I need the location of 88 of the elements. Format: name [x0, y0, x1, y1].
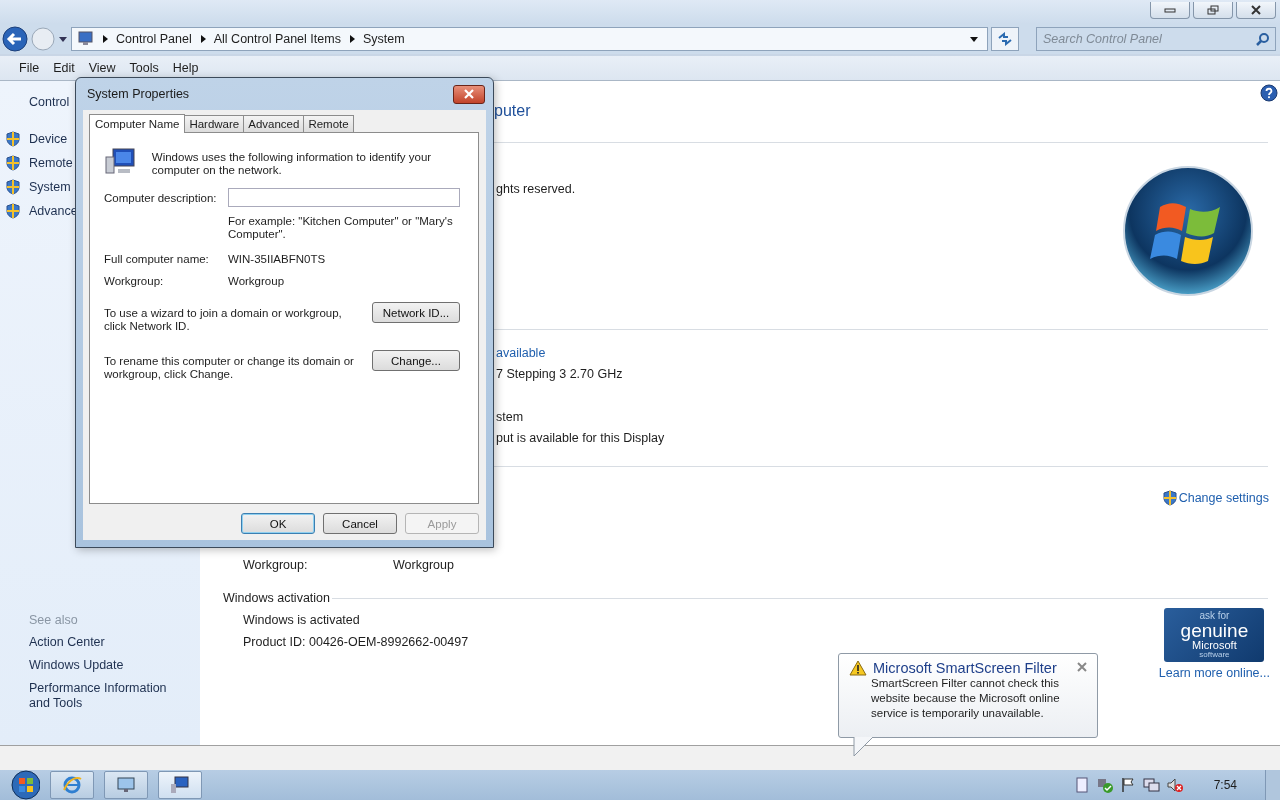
- balloon-text: SmartScreen Filter cannot check this website because the Microsoft online service is temporarily unavailable.: [870, 676, 1061, 721]
- dialog-button[interactable]: Cancel: [323, 513, 397, 534]
- instruction-text: To rename this computer or change its domain or workgroup, click Change.: [104, 355, 355, 381]
- search-field[interactable]: Search Control Panel: [1036, 27, 1276, 51]
- activation-status: Windows is activated: [243, 613, 361, 627]
- tab[interactable]: Hardware: [184, 115, 245, 132]
- network-check-icon[interactable]: [1095, 777, 1114, 793]
- menu-item[interactable]: Help: [165, 61, 206, 75]
- example-text: For example: "Kitchen Computer" or "Mary's Computer".: [228, 215, 454, 241]
- product-id: Product ID: 00426-OEM-8992662-00497: [243, 635, 470, 649]
- workgroup-value: Workgroup: [393, 558, 454, 572]
- flag-icon[interactable]: [1119, 777, 1136, 793]
- clock[interactable]: 7:54: [1213, 778, 1237, 792]
- shield-icon: [1162, 490, 1177, 506]
- computer-icon: [76, 31, 94, 47]
- shield-icon: [6, 131, 20, 147]
- taskbar-button[interactable]: [158, 771, 202, 799]
- change-settings-link[interactable]: Change settings: [1178, 491, 1269, 505]
- field-label: Full computer name:: [104, 253, 210, 265]
- menu-item[interactable]: File: [12, 61, 47, 75]
- shield-icon: [6, 155, 20, 171]
- taskbar-button[interactable]: [50, 771, 94, 799]
- copyright-text: ghts reserved.: [496, 182, 577, 196]
- rating-link[interactable]: available: [496, 346, 546, 360]
- address-bar[interactable]: Control Panel All Control Panel Items System: [71, 27, 988, 51]
- close-icon: [463, 89, 475, 99]
- change-button[interactable]: Change...: [372, 350, 460, 371]
- shield-icon: [6, 179, 20, 195]
- back-button[interactable]: [2, 26, 28, 52]
- computer-icon: [104, 147, 136, 177]
- system-type-text: stem: [496, 410, 524, 424]
- sidebar-link[interactable]: Windows Update: [0, 658, 189, 673]
- menu-item[interactable]: Edit: [46, 61, 82, 75]
- breadcrumb[interactable]: Control Panel: [116, 32, 192, 46]
- description-field[interactable]: [228, 188, 460, 207]
- sidebar-link[interactable]: Device: [29, 132, 68, 146]
- minimize-button[interactable]: [1150, 2, 1190, 19]
- breadcrumb[interactable]: All Control Panel Items: [213, 32, 341, 46]
- section-label: See also: [28, 613, 79, 627]
- dropdown-icon[interactable]: [58, 35, 68, 43]
- section-heading: Windows activation: [223, 591, 330, 605]
- instruction-text: To use a wizard to join a domain or workgroup, click Network ID.: [104, 307, 343, 333]
- processor-text: 7 Stepping 3 2.70 GHz: [496, 367, 623, 381]
- monitor-icon: [116, 776, 136, 794]
- field-label: Workgroup:: [104, 275, 165, 287]
- network-icon[interactable]: [1141, 777, 1160, 793]
- minimize-icon: [1164, 7, 1176, 13]
- search-icon[interactable]: [1256, 32, 1270, 46]
- sidebar-link[interactable]: Performance Information and Tools: [0, 681, 189, 711]
- computer-name-value: WIN-35IIABFN0TS: [228, 253, 326, 265]
- breadcrumb[interactable]: System: [362, 32, 405, 46]
- close-icon[interactable]: [1077, 662, 1087, 672]
- help-icon[interactable]: [1260, 84, 1278, 102]
- refresh-icon: [997, 32, 1013, 46]
- genuine-badge[interactable]: ask for genuine Microsoft software: [1164, 608, 1265, 662]
- workgroup-label: Workgroup:: [243, 558, 309, 572]
- learn-more-link[interactable]: Learn more online...: [1158, 666, 1270, 680]
- menu-item[interactable]: View: [81, 61, 123, 75]
- field-label: Computer description:: [104, 191, 218, 204]
- menu-item[interactable]: Tools: [122, 61, 166, 75]
- computer-icon: [170, 776, 190, 794]
- restore-button[interactable]: [1193, 2, 1233, 19]
- speaker-muted-icon[interactable]: [1165, 777, 1184, 793]
- workgroup-value: Workgroup: [228, 275, 285, 287]
- tab[interactable]: Remote: [303, 115, 354, 132]
- dialog-title: System Properties: [87, 87, 191, 101]
- close-button[interactable]: [1236, 2, 1276, 19]
- sidebar-link[interactable]: Remote: [29, 156, 73, 170]
- tab[interactable]: Computer Name: [89, 114, 186, 133]
- balloon-title: Microsoft SmartScreen Filter: [873, 660, 1058, 676]
- sidebar-link[interactable]: System: [29, 180, 71, 194]
- chevron-icon: [100, 34, 110, 44]
- close-icon: [1250, 5, 1262, 15]
- sidebar-link[interactable]: Action Center: [0, 635, 189, 650]
- close-button[interactable]: [453, 84, 485, 104]
- network-id-button[interactable]: Network ID...: [372, 302, 460, 323]
- shield-icon: [6, 203, 20, 219]
- dialog-button[interactable]: OK: [241, 513, 315, 534]
- warning-icon: [849, 660, 867, 676]
- tab[interactable]: Advanced: [243, 115, 305, 132]
- globe-icon: [62, 775, 82, 795]
- pen-touch-text: put is available for this Display: [496, 431, 665, 445]
- restore-icon: [1207, 5, 1219, 15]
- dropdown-icon[interactable]: [969, 35, 979, 43]
- page-title: puter: [494, 102, 531, 120]
- refresh-button[interactable]: [991, 27, 1019, 51]
- intro-text: Windows uses the following information to identify your computer on the network.: [151, 151, 433, 177]
- document-icon[interactable]: [1073, 777, 1090, 793]
